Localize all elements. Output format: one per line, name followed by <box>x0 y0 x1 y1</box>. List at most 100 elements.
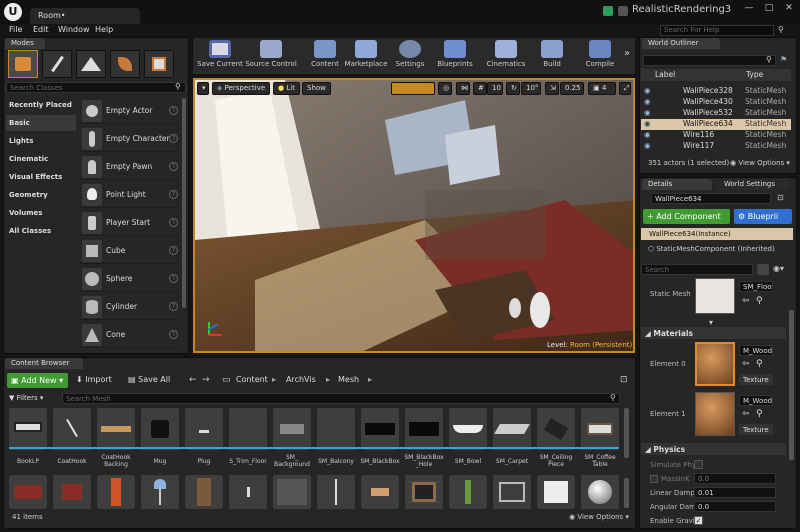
modes-tab[interactable]: Modes <box>5 38 45 49</box>
eye-icon[interactable]: ◉ <box>644 141 651 150</box>
outliner-row[interactable]: ◉ WallPiece532 StaticMesh <box>641 108 791 119</box>
asset-thumbnail-coathook[interactable] <box>53 408 91 450</box>
class-item-cube[interactable]: Cube? <box>80 238 180 264</box>
simulate-physics-checkbox[interactable] <box>694 460 703 469</box>
class-item-player-start[interactable]: Player Start? <box>80 210 180 236</box>
asset-thumbnail-chair[interactable] <box>53 475 91 509</box>
world-outliner-tab[interactable]: World Outliner <box>642 38 720 49</box>
category-recently-placed[interactable]: Recently Placed <box>6 97 76 113</box>
toolbar-overflow-icon[interactable]: » <box>624 48 630 59</box>
rotation-snap-value[interactable]: 10° <box>521 82 541 95</box>
build-button[interactable]: Build <box>526 38 578 72</box>
class-item-cylinder[interactable]: Cylinder? <box>80 294 180 320</box>
save-current-button[interactable]: Save Current <box>194 38 246 72</box>
mass-override-checkbox[interactable] <box>650 475 658 483</box>
import-button[interactable]: ⬇ Import <box>76 375 112 384</box>
geometry-mode-icon[interactable] <box>144 50 174 78</box>
save-all-button[interactable]: ▤ Save All <box>128 375 170 384</box>
foliage-mode-icon[interactable] <box>110 50 140 78</box>
arrow-left-icon[interactable]: ⇦ <box>742 296 750 306</box>
close-button[interactable]: ✕ <box>780 3 798 17</box>
chevron-down-icon[interactable]: ▾ <box>709 318 713 327</box>
actor-name-field[interactable]: WallPiece634 <box>651 193 771 204</box>
eye-icon[interactable]: ◉ <box>644 119 651 128</box>
asset-thumbnail-lamp[interactable] <box>141 475 179 509</box>
content-scrollbar[interactable] <box>624 408 629 458</box>
eye-icon[interactable]: ◉ <box>644 97 651 106</box>
asset-thumbnail-carpet[interactable] <box>493 408 531 450</box>
search-icon[interactable]: ⚲ <box>778 25 790 36</box>
material-thumbnail-1[interactable] <box>695 392 735 436</box>
category-all-classes[interactable]: All Classes <box>6 223 76 239</box>
asset-thumbnail-bowl[interactable] <box>449 408 487 450</box>
asset-thumbnail-floor-lamp[interactable] <box>317 475 355 509</box>
outliner-row[interactable]: ◉ Wire117 StaticMesh <box>641 141 791 152</box>
level-tab[interactable]: Room• <box>30 8 140 24</box>
category-basic[interactable]: Basic <box>6 115 76 131</box>
lock-icon[interactable]: ⊡ <box>777 193 789 204</box>
perspective-button[interactable]: ◈ Perspective <box>212 82 271 95</box>
enable-gravity-checkbox[interactable]: ✓ <box>694 516 703 525</box>
grid-view-icon[interactable] <box>757 264 769 275</box>
asset-thumbnail-fireplace[interactable] <box>405 475 443 509</box>
help-icon[interactable]: ? <box>169 330 178 339</box>
help-icon[interactable]: ? <box>169 162 178 171</box>
menu-file[interactable]: File <box>9 25 22 34</box>
asset-thumbnail-coffee-table[interactable] <box>581 408 619 450</box>
details-scrollbar[interactable] <box>789 310 794 460</box>
class-item-cone[interactable]: Cone? <box>80 322 180 348</box>
surface-snap-icon[interactable]: ⋈ <box>456 82 470 95</box>
material-thumbnail-0[interactable] <box>695 342 735 386</box>
outliner-row-selected[interactable]: ◉ WallPiece634 StaticMesh <box>641 119 791 130</box>
asset-thumbnail-blackbox-hole[interactable] <box>405 408 443 450</box>
details-search-input[interactable]: Search <box>641 264 753 275</box>
asset-thumbnail-booklp[interactable] <box>9 408 47 450</box>
asset-thumbnail-blackbox[interactable] <box>361 408 399 450</box>
outliner-row[interactable]: ◉ Wire116 StaticMesh <box>641 130 791 141</box>
add-filter-icon[interactable]: ⚑ <box>780 55 790 65</box>
asset-thumbnail-coathook-backing[interactable] <box>97 408 135 450</box>
lit-button[interactable]: ● Lit <box>273 82 300 95</box>
static-mesh-thumbnail[interactable] <box>695 278 735 314</box>
help-icon[interactable]: ? <box>169 190 178 199</box>
help-icon[interactable]: ? <box>169 218 178 227</box>
texture-button-0[interactable]: Texture <box>739 374 773 385</box>
search-help-input[interactable]: Search For Help <box>660 25 774 36</box>
materials-section[interactable]: ◢ Materials <box>641 327 786 339</box>
class-item-empty-actor[interactable]: Empty Actor? <box>80 98 180 124</box>
maximize-button[interactable]: □ <box>760 3 778 17</box>
asset-thumbnail-balcony[interactable] <box>317 408 355 450</box>
compile-button[interactable]: Compile <box>574 38 626 72</box>
forward-icon[interactable]: → <box>202 375 210 385</box>
asset-thumbnail-ceiling-piece[interactable] <box>537 408 575 450</box>
category-geometry[interactable]: Geometry <box>6 187 76 203</box>
add-component-button[interactable]: + Add Component <box>643 209 730 224</box>
folder-icon[interactable]: ▭ <box>222 375 231 385</box>
angular-damping-field[interactable]: 0.0 <box>694 501 776 512</box>
viewport-options-icon[interactable]: ▾ <box>197 82 209 95</box>
maximize-viewport-icon[interactable]: ⤢ <box>619 82 631 95</box>
back-icon[interactable]: ← <box>189 375 197 385</box>
content-browser-tab[interactable]: Content Browser <box>5 358 83 369</box>
outliner-row[interactable]: ◉ WallPiece430 StaticMesh <box>641 97 791 108</box>
category-volumes[interactable]: Volumes <box>6 205 76 221</box>
show-button[interactable]: Show <box>302 82 331 95</box>
help-icon[interactable]: ? <box>169 106 178 115</box>
eye-icon[interactable]: ◉ <box>644 86 651 95</box>
place-mode-icon[interactable] <box>8 50 38 78</box>
paint-mode-icon[interactable] <box>42 50 72 78</box>
class-item-sphere[interactable]: Sphere? <box>80 266 180 292</box>
outliner-view-options[interactable]: ◉ View Options ▾ <box>730 159 790 167</box>
rotation-snap-icon[interactable]: ↻ <box>506 82 520 95</box>
outliner-search-input[interactable] <box>643 55 776 66</box>
menu-help[interactable]: Help <box>95 25 113 34</box>
lock-icon[interactable]: ⊡ <box>620 375 628 385</box>
asset-thumbnail-trim-floor[interactable] <box>229 408 267 450</box>
breadcrumb-archvis[interactable]: ArchVis <box>286 375 316 384</box>
unreal-logo-icon[interactable]: U <box>4 3 22 21</box>
asset-thumbnail-plug[interactable] <box>185 408 223 450</box>
breadcrumb-content[interactable]: Content <box>236 375 268 384</box>
mass-field[interactable]: 0.0 <box>694 473 776 484</box>
world-local-icon[interactable]: ◎ <box>438 82 452 95</box>
asset-thumbnail-box[interactable] <box>537 475 575 509</box>
